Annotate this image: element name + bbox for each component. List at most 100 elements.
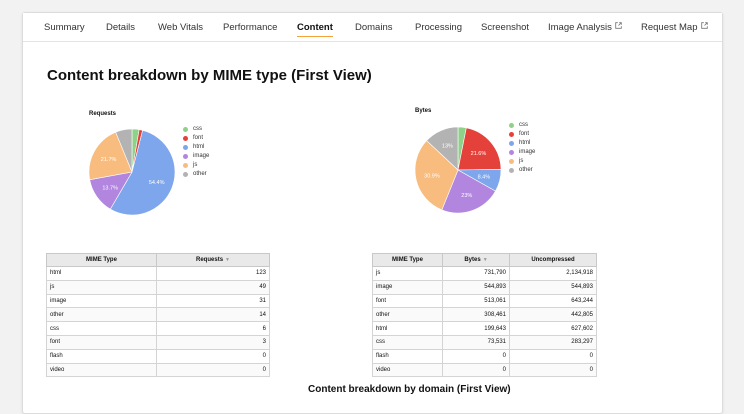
column-header-uncompressed[interactable]: Uncompressed [509, 253, 597, 267]
external-link-icon [615, 22, 622, 29]
value-cell: 731,790 [442, 266, 510, 281]
tab-performance[interactable]: Performance [223, 22, 277, 33]
mime-type-cell: other [372, 307, 443, 323]
legend-label: css [519, 122, 528, 128]
pie-label-js: 21.7% [101, 157, 117, 163]
column-header-requests-label: Requests [196, 257, 224, 263]
column-header-bytes-label: Bytes [464, 257, 481, 263]
tab-image-analysis-label: Image Analysis [548, 22, 612, 33]
pie-label-html: 54.4% [149, 180, 165, 186]
legend-item-image[interactable]: image [509, 148, 535, 157]
legend-item-image[interactable]: image [183, 152, 209, 161]
mime-type-cell: js [372, 266, 443, 281]
value-cell: 283,297 [509, 334, 597, 350]
pie-label-image: 23% [461, 193, 472, 199]
pie-label-js: 30.9% [424, 174, 440, 180]
tab-screenshot[interactable]: Screenshot [481, 22, 529, 33]
pie-label-html: 8.4% [478, 175, 491, 181]
legend-item-css[interactable]: css [183, 125, 209, 134]
sort-arrow-icon: ▼ [482, 257, 488, 263]
legend-label: js [193, 162, 198, 168]
legend-label: css [193, 126, 202, 132]
value-cell: 308,461 [442, 307, 510, 323]
value-cell: 544,893 [442, 279, 510, 295]
mime-type-cell: flash [372, 348, 443, 364]
legend-item-js[interactable]: js [509, 157, 535, 166]
value-cell: 31 [156, 293, 270, 309]
table-row: font 3 [46, 334, 270, 350]
column-header-mime-type[interactable]: MIME Type [372, 253, 443, 267]
tab-details[interactable]: Details [106, 22, 135, 33]
mime-type-cell: image [372, 279, 443, 295]
legend-label: html [519, 140, 531, 146]
mime-type-cell: css [46, 321, 157, 336]
value-cell: 73,531 [442, 334, 510, 350]
mime-type-cell: font [372, 293, 443, 309]
legend-item-font[interactable]: font [509, 130, 535, 139]
value-cell: 0 [509, 348, 597, 364]
mime-type-cell: video [46, 362, 157, 378]
legend-label: image [519, 149, 536, 155]
table-row: flash 0 [46, 348, 270, 364]
tab-web-vitals[interactable]: Web Vitals [158, 22, 203, 33]
table-row: html 123 [46, 266, 270, 281]
pie-label-font: 21.6% [471, 151, 487, 157]
legend-label: html [193, 144, 205, 150]
legend-item-html[interactable]: html [509, 139, 535, 148]
value-cell: 513,061 [442, 293, 510, 309]
tab-content[interactable]: Content [297, 22, 333, 37]
legend-swatch [183, 172, 188, 177]
value-cell: 643,244 [509, 293, 597, 309]
legend-item-other[interactable]: other [509, 166, 535, 175]
legend-swatch [509, 150, 514, 155]
table-row: js 731,790 2,134,918 [372, 266, 597, 281]
table-row: flash 0 0 [372, 348, 597, 364]
mime-type-cell: html [46, 266, 157, 281]
value-cell: 14 [156, 307, 270, 323]
legend-swatch [509, 168, 514, 173]
mime-type-cell: image [46, 293, 157, 309]
legend-swatch [509, 159, 514, 164]
value-cell: 199,643 [442, 321, 510, 336]
bytes-pie-chart: 21.6% 8.4% 23% 30.9% 13% [414, 126, 502, 214]
bytes-legend: css font html image js other [509, 121, 535, 175]
tab-image-analysis[interactable]: Image Analysis [548, 22, 622, 33]
table-row: css 6 [46, 321, 270, 336]
legend-label: image [193, 153, 210, 159]
value-cell: 0 [442, 348, 510, 364]
legend-label: font [519, 131, 530, 137]
column-header-mime-type[interactable]: MIME Type [46, 253, 157, 267]
bytes-table: MIME Type Bytes ▼ Uncompressed js 731,790 2… [372, 253, 597, 378]
value-cell: 123 [156, 266, 270, 281]
table-row: font 513,061 643,244 [372, 293, 597, 309]
column-header-requests[interactable]: Requests ▼ [156, 253, 270, 267]
legend-label: font [193, 135, 204, 141]
requests-legend: css font html image js other [183, 125, 209, 179]
table-row: image 31 [46, 293, 270, 309]
legend-label: js [519, 158, 524, 164]
value-cell: 0 [509, 362, 597, 378]
legend-label: other [193, 171, 207, 177]
value-cell: 627,602 [509, 321, 597, 336]
legend-item-other[interactable]: other [183, 170, 209, 179]
page-title: Content breakdown by MIME type (First Vi… [47, 67, 372, 84]
legend-item-html[interactable]: html [183, 143, 209, 152]
table-row: video 0 0 [372, 362, 597, 378]
tab-request-map[interactable]: Request Map [641, 22, 708, 33]
legend-swatch [183, 145, 188, 150]
legend-swatch [509, 132, 514, 137]
value-cell: 3 [156, 334, 270, 350]
table-row: html 199,643 627,602 [372, 321, 597, 336]
pie-label-other: 13% [442, 144, 453, 150]
legend-item-css[interactable]: css [509, 121, 535, 130]
legend-item-font[interactable]: font [183, 134, 209, 143]
pie-label-image: 13.7% [102, 185, 118, 191]
legend-swatch [183, 127, 188, 132]
tab-processing[interactable]: Processing [415, 22, 462, 33]
tab-summary[interactable]: Summary [44, 22, 85, 33]
column-header-bytes[interactable]: Bytes ▼ [442, 253, 510, 267]
tab-domains[interactable]: Domains [355, 22, 393, 33]
mime-type-cell: other [46, 307, 157, 323]
requests-table: MIME Type Requests ▼ html 123 js 49 image 31 ot… [46, 253, 270, 378]
legend-item-js[interactable]: js [183, 161, 209, 170]
